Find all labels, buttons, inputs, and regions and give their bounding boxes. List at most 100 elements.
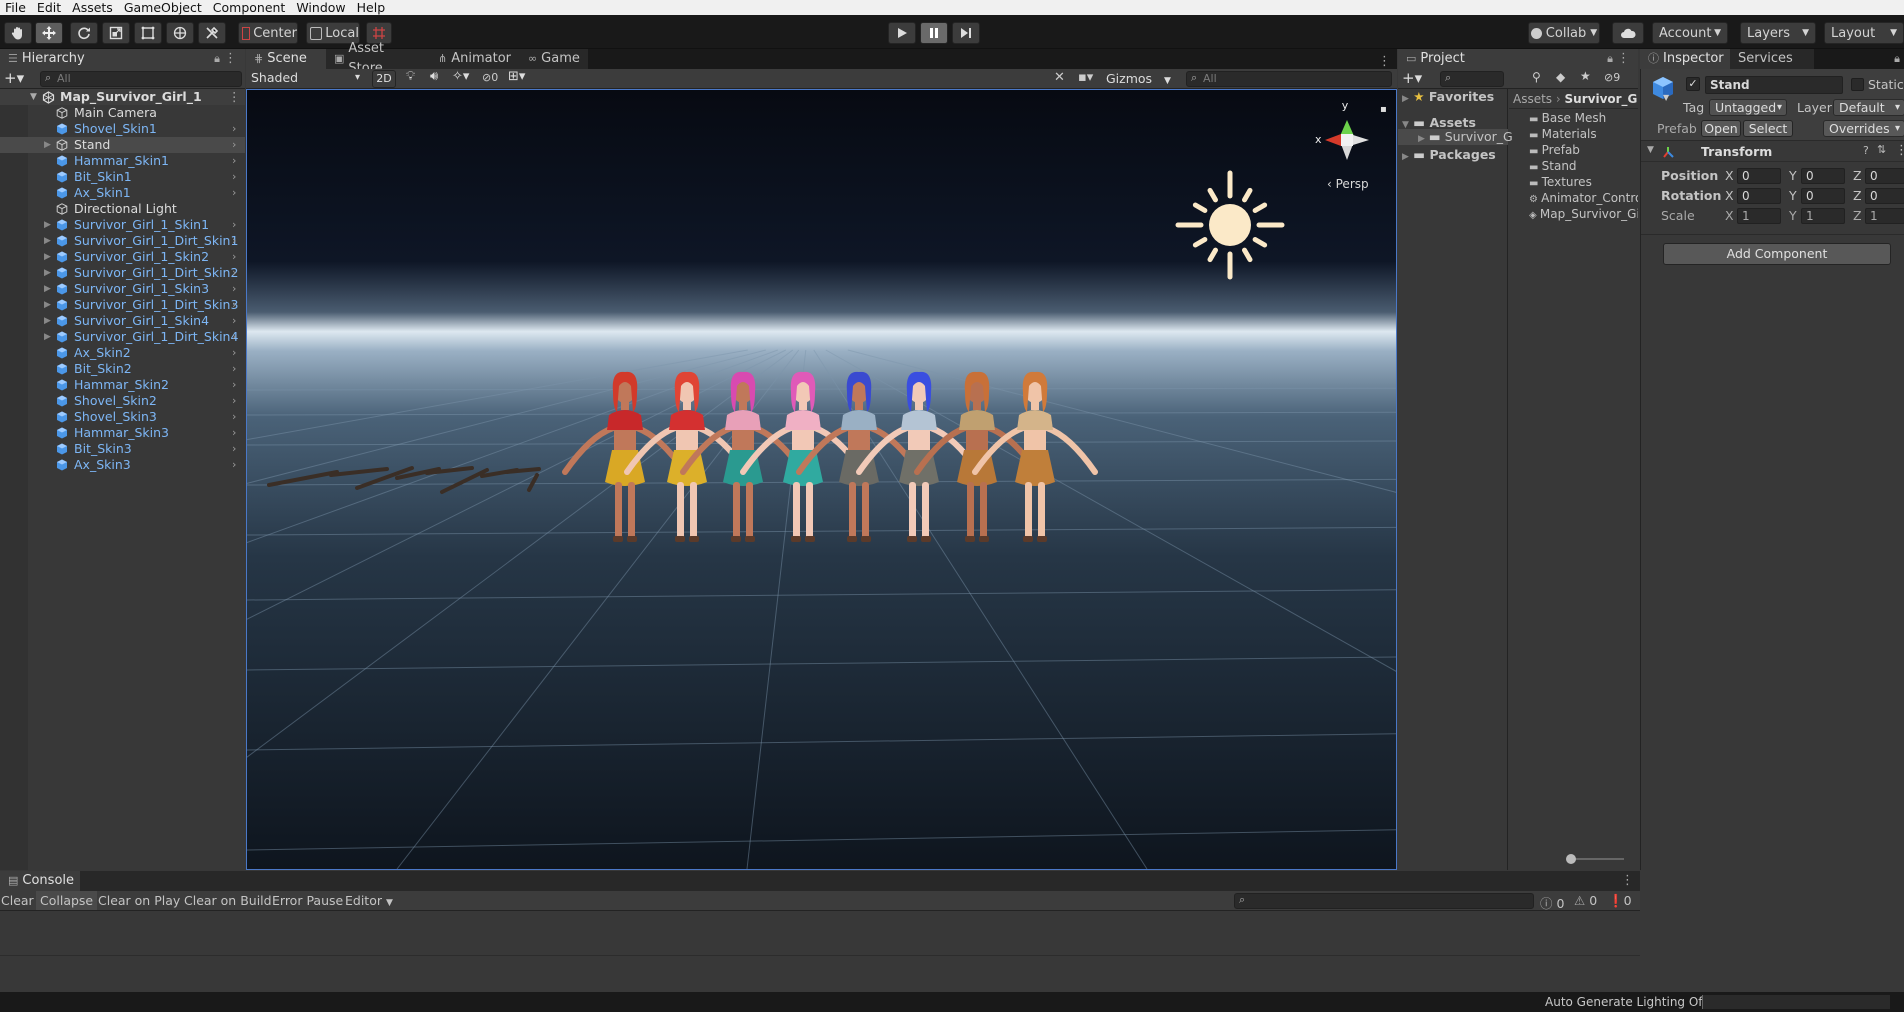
hierarchy-item[interactable]: Shovel_Skin1 ›: [0, 121, 245, 137]
scale-tool-button[interactable]: [102, 22, 130, 44]
breadcrumb-current[interactable]: Survivor_Gir: [1565, 92, 1638, 106]
hierarchy-item[interactable]: ▶ Survivor_Girl_1_Skin1 ›: [0, 217, 245, 233]
kebab-menu-icon[interactable]: ⋮: [1378, 54, 1397, 69]
expand-arrow-icon[interactable]: ▶: [44, 297, 51, 313]
menu-edit[interactable]: Edit: [32, 0, 67, 15]
zoom-slider[interactable]: [1566, 854, 1624, 864]
custom-tool-button[interactable]: [198, 22, 226, 44]
kebab-menu-icon[interactable]: ⋮: [224, 49, 237, 69]
project-file-item[interactable]: ▬ Textures: [1529, 175, 1592, 189]
tab-inspector[interactable]: ⓘ Inspector: [1640, 49, 1730, 69]
chevron-right-icon[interactable]: ›: [232, 281, 236, 297]
expand-arrow-icon[interactable]: ▶: [44, 233, 51, 249]
static-checkbox[interactable]: [1851, 78, 1864, 91]
audio-icon[interactable]: 🔊︎: [430, 69, 438, 84]
star-icon[interactable]: ★: [1580, 69, 1591, 83]
hierarchy-item[interactable]: Bit_Skin1 ›: [0, 169, 245, 185]
console-clear-button[interactable]: Clear: [0, 893, 34, 908]
scene-root-row[interactable]: ▼ Map_Survivor_Girl_1 ⋮: [0, 89, 245, 105]
kebab-menu-icon[interactable]: ⋮: [1621, 871, 1640, 891]
menu-file[interactable]: File: [0, 0, 32, 15]
project-file-item[interactable]: ◈ Map_Survivor_Gir: [1529, 207, 1638, 221]
tab-hierarchy[interactable]: ☰ Hierarchy 🔒︎ ⋮: [0, 49, 245, 69]
project-file-item[interactable]: ▬ Materials: [1529, 127, 1597, 141]
chevron-right-icon[interactable]: ›: [232, 393, 236, 409]
menu-assets[interactable]: Assets: [67, 0, 119, 15]
prefab-select-button[interactable]: Select: [1743, 120, 1793, 137]
chevron-right-icon[interactable]: ›: [232, 233, 236, 249]
hierarchy-item[interactable]: ▶ Survivor_Girl_1_Dirt_Skin3 ›: [0, 297, 245, 313]
scene-search-input[interactable]: All: [1186, 71, 1392, 87]
menu-window[interactable]: Window: [291, 0, 351, 15]
transform-tool-button[interactable]: [166, 22, 194, 44]
console-clear-on-play-button[interactable]: Clear on Play: [98, 893, 180, 908]
scene-viewport[interactable]: y x ‹ Persp ▪: [246, 89, 1397, 870]
zoom-slider-handle[interactable]: [1566, 854, 1576, 864]
hierarchy-item[interactable]: Directional Light: [0, 201, 245, 217]
step-button[interactable]: [952, 22, 980, 44]
play-button[interactable]: [888, 22, 916, 44]
menu-gameobject[interactable]: GameObject: [119, 0, 208, 15]
rotation-x-field[interactable]: 0: [1737, 188, 1781, 204]
active-checkbox[interactable]: ✓: [1686, 77, 1700, 91]
expand-arrow-icon[interactable]: ▶: [44, 281, 51, 297]
rect-tool-button[interactable]: [134, 22, 162, 44]
console-log-area[interactable]: [0, 912, 1640, 992]
hierarchy-search-input[interactable]: All: [40, 71, 242, 87]
effects-icon[interactable]: ✧▾: [452, 69, 469, 84]
scale-y-field[interactable]: 1: [1801, 208, 1845, 224]
tag-dropdown[interactable]: Untagged: [1709, 99, 1787, 116]
collab-dropdown[interactable]: Collab ▼: [1528, 22, 1600, 44]
chevron-right-icon[interactable]: ›: [232, 265, 236, 281]
label-icon[interactable]: ◆: [1556, 70, 1565, 84]
console-warning-count[interactable]: ⚠ 0: [1574, 893, 1597, 908]
chevron-right-icon[interactable]: ›: [232, 409, 236, 425]
prefab-overrides-dropdown[interactable]: Overrides: [1823, 120, 1904, 137]
chevron-right-icon[interactable]: ›: [232, 425, 236, 441]
chevron-right-icon[interactable]: ›: [232, 377, 236, 393]
help-icon[interactable]: ?: [1863, 144, 1869, 157]
layers-dropdown[interactable]: Layers ▼: [1740, 22, 1816, 44]
cloud-button[interactable]: [1612, 22, 1644, 44]
gizmos-dropdown[interactable]: Gizmos ▼: [1106, 70, 1171, 88]
chevron-right-icon[interactable]: ›: [232, 121, 236, 137]
toggle-2d-button[interactable]: 2D: [372, 70, 396, 88]
expand-arrow-icon[interactable]: ▶: [44, 313, 51, 329]
project-search-input[interactable]: [1440, 71, 1504, 87]
chevron-right-icon[interactable]: ›: [232, 153, 236, 169]
draw-mode-dropdown[interactable]: Shaded: [246, 70, 364, 88]
project-file-item[interactable]: ▬ Prefab: [1529, 143, 1580, 157]
project-file-item[interactable]: ⚙ Animator_Control: [1529, 191, 1638, 205]
hierarchy-item[interactable]: Shovel_Skin3 ›: [0, 409, 245, 425]
chevron-right-icon[interactable]: ›: [232, 329, 236, 345]
tab-console[interactable]: ▤ Console: [0, 871, 80, 891]
prefab-open-button[interactable]: Open: [1701, 120, 1741, 137]
expand-arrow-icon[interactable]: ▶: [44, 137, 51, 153]
console-error-count[interactable]: ❗0: [1608, 893, 1632, 909]
expand-arrow-icon[interactable]: ▶: [44, 217, 51, 233]
expand-arrow-icon[interactable]: ▶: [44, 265, 51, 281]
console-error-pause-button[interactable]: Error Pause: [272, 893, 343, 908]
add-icon[interactable]: +▾: [4, 69, 24, 87]
chevron-right-icon[interactable]: ›: [232, 169, 236, 185]
transform-header[interactable]: ▼ Transform ? ⇅ ⋮: [1641, 142, 1904, 162]
lock-icon[interactable]: 🔒︎: [1894, 49, 1904, 69]
chevron-right-icon[interactable]: ›: [232, 313, 236, 329]
object-name-field[interactable]: Stand: [1705, 76, 1843, 94]
hierarchy-item[interactable]: ▶ Survivor_Girl_1_Dirt_Skin2 ›: [0, 265, 245, 281]
grid-toggle-icon[interactable]: ⊞▾: [508, 69, 525, 84]
menu-component[interactable]: Component: [208, 0, 292, 15]
hierarchy-item[interactable]: ▶ Survivor_Girl_1_Skin3 ›: [0, 281, 245, 297]
hierarchy-item[interactable]: Ax_Skin1 ›: [0, 185, 245, 201]
tab-project[interactable]: ▭ Project 🔒︎ ⋮: [1398, 49, 1638, 69]
rotate-tool-button[interactable]: [70, 22, 98, 44]
chevron-right-icon[interactable]: ›: [232, 185, 236, 201]
camera-icon[interactable]: ▪▾: [1078, 70, 1093, 85]
position-y-field[interactable]: 0: [1801, 168, 1845, 184]
menu-help[interactable]: Help: [352, 0, 392, 15]
console-editor-dropdown[interactable]: Editor ▼: [345, 893, 393, 908]
lighting-icon[interactable]: 💡︎: [406, 69, 415, 84]
hierarchy-item[interactable]: Hammar_Skin2 ›: [0, 377, 245, 393]
hierarchy-item[interactable]: Hammar_Skin1 ›: [0, 153, 245, 169]
expand-arrow-icon[interactable]: ▼: [1647, 145, 1654, 155]
